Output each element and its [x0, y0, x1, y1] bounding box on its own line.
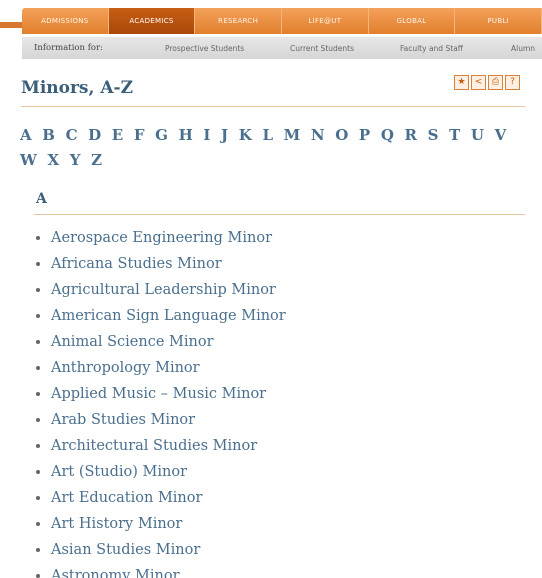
- list-item: Art Education Minor: [36, 485, 286, 511]
- bullet-icon: [36, 496, 40, 500]
- alphabet-link-n[interactable]: N: [311, 126, 325, 144]
- main-nav: ADMISSIONS ACADEMICS RESEARCH LIFE@UT GL…: [22, 8, 542, 34]
- minor-link[interactable]: Anthropology Minor: [51, 360, 200, 376]
- alphabet-link-y[interactable]: Y: [70, 151, 81, 169]
- nav-item-global[interactable]: GLOBAL: [369, 8, 456, 34]
- list-item: Agricultural Leadership Minor: [36, 277, 286, 303]
- alphabet-link-a[interactable]: A: [20, 126, 32, 144]
- bullet-icon: [36, 340, 40, 344]
- alphabet-link-f[interactable]: F: [134, 126, 145, 144]
- nav-item-admissions[interactable]: ADMISSIONS: [22, 8, 109, 34]
- minor-link[interactable]: Art History Minor: [51, 516, 182, 532]
- bullet-icon: [36, 574, 40, 578]
- nav-accent: [0, 22, 22, 28]
- nav-item-life[interactable]: LIFE@UT: [282, 8, 369, 34]
- alphabet-link-v[interactable]: V: [495, 126, 507, 144]
- list-item: Art (Studio) Minor: [36, 459, 286, 485]
- list-item: Animal Science Minor: [36, 329, 286, 355]
- alphabet-link-g[interactable]: G: [155, 126, 168, 144]
- audience-link-current[interactable]: Current Students: [290, 44, 354, 53]
- audience-label: Information for:: [34, 43, 103, 53]
- bullet-icon: [36, 366, 40, 370]
- help-icon[interactable]: ?: [505, 75, 520, 90]
- alphabet-link-m[interactable]: M: [284, 126, 301, 144]
- minor-link[interactable]: Art (Studio) Minor: [51, 464, 187, 480]
- bullet-icon: [36, 262, 40, 266]
- page: ADMISSIONS ACADEMICS RESEARCH LIFE@UT GL…: [0, 0, 542, 578]
- share-icon[interactable]: <: [471, 75, 486, 90]
- nav-item-research[interactable]: RESEARCH: [195, 8, 283, 34]
- alphabet-link-s[interactable]: S: [428, 126, 439, 144]
- list-item: Astronomy Minor: [36, 563, 286, 578]
- page-tools: ★ < ⎙ ?: [454, 75, 520, 90]
- minor-link[interactable]: Agricultural Leadership Minor: [51, 282, 276, 298]
- bullet-icon: [36, 236, 40, 240]
- bullet-icon: [36, 444, 40, 448]
- list-item: Africana Studies Minor: [36, 251, 286, 277]
- nav-item-academics[interactable]: ACADEMICS: [108, 8, 196, 34]
- alphabet-link-p[interactable]: P: [359, 126, 370, 144]
- list-item: Arab Studies Minor: [36, 407, 286, 433]
- minor-link[interactable]: Asian Studies Minor: [51, 542, 200, 558]
- list-item: Architectural Studies Minor: [36, 433, 286, 459]
- section-divider: [34, 214, 525, 215]
- alphabet-link-i[interactable]: I: [203, 126, 210, 144]
- alphabet-link-j[interactable]: J: [221, 126, 228, 144]
- list-item: American Sign Language Minor: [36, 303, 286, 329]
- alphabet-link-c[interactable]: C: [66, 126, 78, 144]
- minor-list: Aerospace Engineering Minor Africana Stud…: [36, 225, 286, 578]
- list-item: Aerospace Engineering Minor: [36, 225, 286, 251]
- list-item: Anthropology Minor: [36, 355, 286, 381]
- alphabet-link-x[interactable]: X: [47, 151, 59, 169]
- alphabet-link-l[interactable]: L: [262, 126, 273, 144]
- bullet-icon: [36, 288, 40, 292]
- list-item: Art History Minor: [36, 511, 286, 537]
- minor-link[interactable]: Aerospace Engineering Minor: [51, 230, 272, 246]
- bullet-icon: [36, 522, 40, 526]
- minor-link[interactable]: Animal Science Minor: [51, 334, 214, 350]
- alphabet-link-e[interactable]: E: [112, 126, 123, 144]
- alphabet-link-b[interactable]: B: [42, 126, 55, 144]
- minor-link[interactable]: Art Education Minor: [51, 490, 202, 506]
- bookmark-star-icon[interactable]: ★: [454, 75, 469, 90]
- bullet-icon: [36, 418, 40, 422]
- audience-link-alumni[interactable]: Alumn: [511, 44, 535, 53]
- alphabet-link-z[interactable]: Z: [91, 151, 102, 169]
- bullet-icon: [36, 392, 40, 396]
- minor-link[interactable]: Astronomy Minor: [51, 568, 180, 578]
- alphabet-link-o[interactable]: O: [335, 126, 348, 144]
- minor-link[interactable]: American Sign Language Minor: [51, 308, 286, 324]
- minor-link[interactable]: Arab Studies Minor: [51, 412, 195, 428]
- list-item: Asian Studies Minor: [36, 537, 286, 563]
- page-title: Minors, A-Z: [21, 78, 133, 98]
- nav-item-public[interactable]: PUBLI: [455, 8, 542, 34]
- title-divider: [21, 106, 525, 107]
- alphabet-link-h[interactable]: H: [179, 126, 193, 144]
- bullet-icon: [36, 548, 40, 552]
- alphabet-link-q[interactable]: Q: [381, 126, 394, 144]
- alphabet-link-w[interactable]: W: [20, 151, 37, 169]
- print-icon[interactable]: ⎙: [488, 75, 503, 90]
- alphabet-link-u[interactable]: U: [471, 126, 484, 144]
- audience-bar: Information for: Prospective Students Cu…: [22, 37, 542, 59]
- audience-link-prospective[interactable]: Prospective Students: [165, 44, 244, 53]
- alphabet-link-t[interactable]: T: [449, 126, 460, 144]
- bullet-icon: [36, 314, 40, 318]
- minor-link[interactable]: Africana Studies Minor: [51, 256, 222, 272]
- alphabet-link-d[interactable]: D: [88, 126, 101, 144]
- minor-link[interactable]: Architectural Studies Minor: [51, 438, 257, 454]
- section-heading-a: A: [36, 191, 47, 207]
- audience-link-faculty[interactable]: Faculty and Staff: [400, 44, 463, 53]
- alphabet-link-r[interactable]: R: [405, 126, 417, 144]
- alphabet-index: A B C D E F G H I J K L M N O P Q R S T …: [20, 123, 530, 173]
- list-item: Applied Music – Music Minor: [36, 381, 286, 407]
- bullet-icon: [36, 470, 40, 474]
- alphabet-link-k[interactable]: K: [239, 126, 252, 144]
- minor-link[interactable]: Applied Music – Music Minor: [51, 386, 266, 402]
